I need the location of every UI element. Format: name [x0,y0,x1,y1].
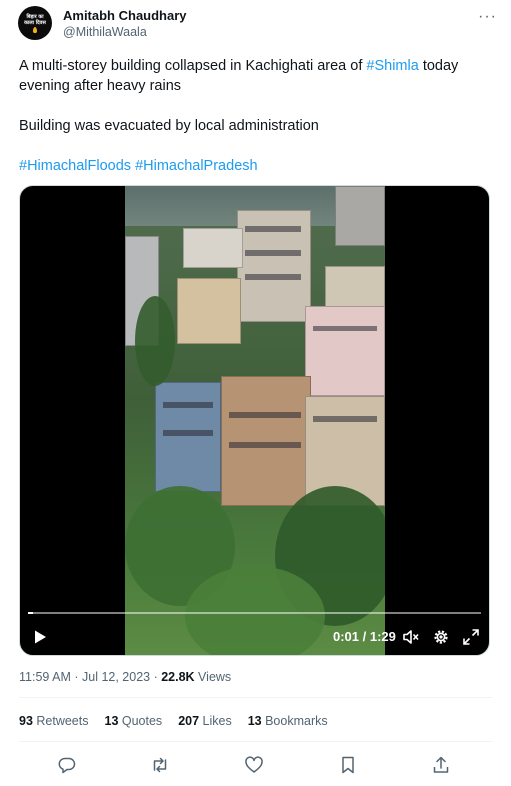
quotes-count: 13 [104,714,119,728]
fullscreen-icon[interactable] [462,628,480,646]
quotes-stat[interactable]: 13 Quotes [105,714,163,728]
window-row [245,226,301,232]
bookmarks-label: Bookmarks [261,714,328,728]
reply-icon[interactable] [57,755,77,775]
retweets-stat[interactable]: 93 Retweets [19,714,89,728]
building [335,186,385,246]
video-progress-bar[interactable] [28,612,481,614]
tweet-meta: 11:59 AM · Jul 12, 2023 · 22.8K Views [19,670,231,684]
more-horizontal-icon[interactable]: ··· [478,8,497,26]
bookmarks-stat[interactable]: 13 Bookmarks [248,714,328,728]
tweet-line-1-pre: A multi-storey building collapsed in Kac… [19,58,367,74]
avatar-text-line-2: काला दिवस [24,19,46,26]
tweet-text: A multi-storey building collapsed in Kac… [19,56,489,176]
retweets-count: 93 [19,714,33,728]
tweet-hashtags: #HimachalFloods #HimachalPradesh [19,156,489,176]
tweet-line-1: A multi-storey building collapsed in Kac… [19,56,489,96]
window-row [245,250,301,256]
candle-flame-icon [33,26,37,33]
tweet-line-2: Building was evacuated by local administ… [19,118,319,134]
quotes-label: Quotes [118,714,163,728]
settings-icon[interactable] [432,628,450,646]
like-icon[interactable] [244,755,264,775]
building [221,376,311,506]
views-count: 22.8K [161,670,195,684]
avatar[interactable]: बिहार का काला दिवस [18,6,52,40]
window-row [245,274,301,280]
hashtag-shimla[interactable]: #Shimla [366,58,418,74]
window-row [229,412,301,418]
building [177,278,241,344]
video-time: 0:01 / 1:29 [333,629,396,644]
window-row [313,416,377,422]
window-row [163,430,213,436]
retweet-icon[interactable] [150,755,170,775]
window-row [313,326,377,331]
divider [19,697,492,698]
tree [135,296,175,386]
tweet-timestamp[interactable]: 11:59 AM · Jul 12, 2023 · [19,670,161,684]
likes-label: Likes [199,714,232,728]
author-name[interactable]: Amitabh Chaudhary [63,8,187,23]
hashtag-himachal-pradesh[interactable]: #HimachalPradesh [135,158,258,174]
tweet-header: बिहार का काला दिवस Amitabh Chaudhary @Mi… [18,6,497,46]
video-player[interactable]: 0:01 / 1:29 [19,185,490,656]
divider [19,741,492,742]
tree [185,566,325,655]
likes-count: 207 [178,714,200,728]
hashtag-himachal-floods[interactable]: #HimachalFloods [19,158,131,174]
video-frame[interactable] [125,186,385,655]
likes-stat[interactable]: 207 Likes [178,714,232,728]
building [155,382,221,492]
bookmarks-count: 13 [247,714,262,728]
author-handle[interactable]: @MithilaWaala [63,25,147,39]
tweet-stats: 93 Retweets 13 Quotes 207 Likes 13 Bookm… [19,714,328,728]
bookmark-icon[interactable] [338,755,358,775]
mute-icon[interactable] [402,628,420,646]
building [305,306,385,396]
window-row [163,402,213,408]
video-progress-fill [28,612,34,614]
views-label: Views [194,670,232,684]
play-icon[interactable] [32,629,48,645]
tweet-actions [57,755,451,777]
window-row [229,442,301,448]
share-icon[interactable] [431,755,451,775]
retweets-label: Retweets [32,714,89,728]
building [183,228,243,268]
